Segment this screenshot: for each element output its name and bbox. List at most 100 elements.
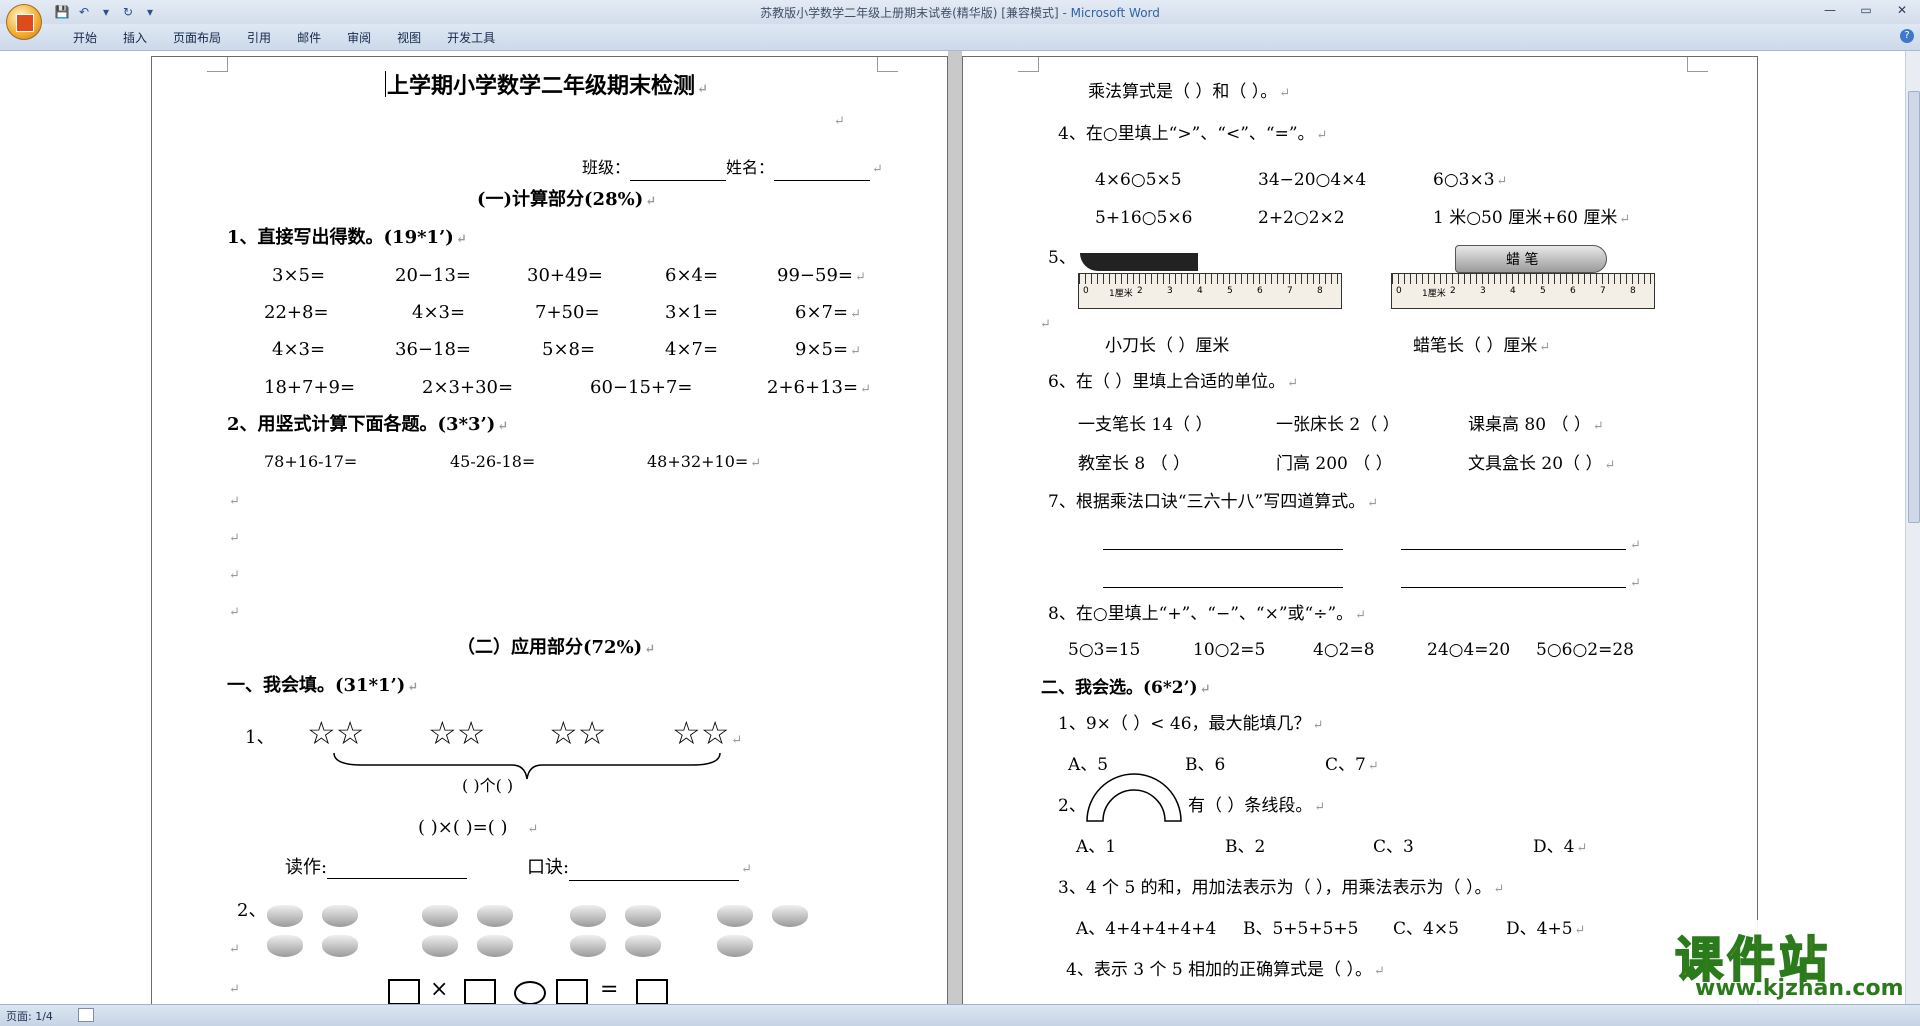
- option[interactable]: C、4×5: [1393, 918, 1459, 940]
- answer-line[interactable]: [1103, 549, 1343, 550]
- select-2-number: 2、: [1058, 796, 1086, 816]
- option[interactable]: D、4+5 ↵: [1506, 918, 1585, 942]
- compare-item: 1 米○50 厘米+60 厘米 ↵: [1433, 208, 1631, 228]
- tab-mailings[interactable]: 邮件: [284, 29, 334, 46]
- answer-box[interactable]: [556, 979, 588, 1005]
- option[interactable]: A、4+4+4+4+4: [1076, 918, 1216, 940]
- page-count[interactable]: 页面: 1/4: [6, 1008, 53, 1024]
- minimize-button[interactable]: —: [1812, 0, 1848, 22]
- maximize-button[interactable]: ▭: [1848, 0, 1884, 22]
- text-cursor: [385, 71, 386, 97]
- multiplication-blank-line: ( )×( )=( ) ↵: [418, 817, 539, 838]
- operator-item: 5○6○2=28: [1536, 640, 1634, 660]
- crayon-length-label: 蜡笔长（ ）厘米 ↵: [1413, 336, 1551, 356]
- teapot-icon: [322, 905, 358, 927]
- teapot-icon: [570, 905, 606, 927]
- star-pair-icon: ☆☆: [428, 714, 486, 752]
- option[interactable]: B、2: [1225, 836, 1265, 858]
- class-name-line: 班级： 姓名： ↵: [582, 157, 883, 181]
- paragraph-mark: ↵: [834, 114, 845, 129]
- option[interactable]: D、4 ↵: [1533, 836, 1587, 860]
- rhyme-line: 口诀: ↵: [527, 857, 752, 881]
- question-8-heading: 8、在○里填上“+”、“−”、“×”或“÷”。 ↵: [1048, 604, 1367, 624]
- teapot-icon: [570, 935, 606, 957]
- tab-insert[interactable]: 插入: [110, 29, 160, 46]
- class-label: 班级：: [582, 158, 631, 177]
- proofing-icon[interactable]: [78, 1008, 94, 1022]
- question-6-heading: 6、在（ ）里填上合适的单位。 ↵: [1048, 372, 1299, 392]
- brace-caption: ( )个( ): [462, 776, 514, 795]
- option[interactable]: B、6: [1185, 754, 1225, 776]
- read-as-blank[interactable]: [327, 878, 468, 879]
- ruler-label: 1厘米: [1422, 289, 1446, 299]
- tab-page-layout[interactable]: 页面布局: [160, 29, 234, 46]
- tab-references[interactable]: 引用: [234, 29, 284, 46]
- vertical-scrollbar[interactable]: [1905, 51, 1920, 1004]
- margin-mark: [207, 57, 228, 72]
- star-pair-icon: ☆☆: [307, 714, 365, 752]
- section-application-heading: （二）应用部分(72%) ↵: [457, 637, 656, 658]
- question-4-heading: 4、在○里填上“>”、“<”、“=”。 ↵: [1058, 124, 1328, 144]
- knife-length-label: 小刀长（ ）厘米: [1105, 336, 1230, 356]
- option[interactable]: C、7 ↵: [1325, 754, 1379, 778]
- document-page-1[interactable]: 上学期小学数学二年级期末检测 ↵ ↵ 班级： 姓名： ↵ (一)计算部分(28%) ↵ …: [151, 56, 948, 1009]
- vertical-calc-item: 48+32+10= ↵: [647, 452, 762, 471]
- option[interactable]: C、3: [1373, 836, 1414, 858]
- paragraph-mark: ↵: [1040, 317, 1051, 332]
- ruler-label: 2: [1137, 286, 1143, 296]
- vertical-calc-item: 45-26-18=: [450, 452, 536, 471]
- close-button[interactable]: ✕: [1884, 0, 1920, 22]
- calc-item: 3×5=: [272, 265, 326, 286]
- section-calc-heading: (一)计算部分(28%) ↵: [477, 189, 657, 210]
- answer-box[interactable]: [636, 979, 668, 1005]
- ribbon-tab-bar: 开始 插入 页面布局 引用 邮件 审阅 视图 开发工具 ?: [0, 24, 1920, 51]
- tab-review[interactable]: 审阅: [334, 29, 384, 46]
- rhyme-blank[interactable]: [569, 880, 740, 881]
- option[interactable]: B、5+5+5+5: [1243, 918, 1359, 940]
- answer-line[interactable]: [1103, 587, 1343, 588]
- office-button[interactable]: [6, 4, 42, 40]
- fill-1-number: 1、: [245, 727, 275, 748]
- calc-item: 36−18=: [395, 339, 471, 360]
- answer-line[interactable]: [1401, 587, 1626, 588]
- ruler-label: 6: [1570, 286, 1576, 296]
- answer-box[interactable]: [464, 979, 496, 1005]
- teapot-icon: [772, 905, 808, 927]
- calc-item: 9×5= ↵: [795, 339, 861, 360]
- knife-icon: [1080, 253, 1198, 271]
- ruler-ticks: [1392, 274, 1654, 284]
- calc-item: 2+6+13= ↵: [767, 377, 871, 398]
- document-page-2[interactable]: 乘法算式是（ ）和（ ）。 ↵ 4、在○里填上“>”、“<”、“=”。 ↵ 4×6○…: [962, 56, 1758, 1009]
- calc-item: 99−59= ↵: [777, 265, 866, 286]
- ruler-right: 0 1厘米 2 3 4 5 6 7 8: [1391, 273, 1655, 309]
- select-2-question: 有（ ）条线段。 ↵: [1188, 796, 1326, 816]
- paragraph-mark: ↵: [1630, 538, 1641, 553]
- compare-item: 2+2○2×2: [1258, 208, 1345, 228]
- window-controls: — ▭ ✕: [1812, 0, 1920, 22]
- teapot-icon: [267, 905, 303, 927]
- teapot-icon: [477, 905, 513, 927]
- tab-home[interactable]: 开始: [60, 29, 110, 46]
- fill-2-number: 2、: [237, 900, 267, 921]
- scrollbar-thumb[interactable]: [1908, 91, 1920, 523]
- teapot-icon: [717, 935, 753, 957]
- ruler-label: 0: [1083, 286, 1089, 296]
- ruler-label: 8: [1317, 286, 1323, 296]
- paragraph-mark: ↵: [229, 982, 240, 997]
- option[interactable]: A、1: [1076, 836, 1116, 858]
- name-blank[interactable]: [774, 180, 871, 181]
- ruler-label: 1厘米: [1109, 289, 1133, 299]
- tab-view[interactable]: 视图: [384, 29, 434, 46]
- answer-box[interactable]: [388, 979, 420, 1005]
- answer-line[interactable]: [1401, 549, 1626, 550]
- question-5-number: 5、: [1048, 248, 1076, 268]
- class-blank[interactable]: [630, 180, 727, 181]
- tab-developer[interactable]: 开发工具: [434, 29, 508, 46]
- compare-item: 5+16○5×6: [1095, 208, 1193, 228]
- answer-circle[interactable]: [514, 981, 546, 1005]
- office-logo-icon: [16, 14, 34, 32]
- title-bar: 💾 ↶ ▾ ↻ ▾ 苏教版小学数学二年级上册期末试卷(精华版) [兼容模式] -…: [0, 0, 1920, 40]
- help-icon[interactable]: ?: [1900, 29, 1914, 43]
- select-1-question: 1、9×（ ）< 46，最大能填几？ ↵: [1058, 714, 1324, 734]
- exam-title: 上学期小学数学二年级期末检测 ↵: [387, 73, 708, 99]
